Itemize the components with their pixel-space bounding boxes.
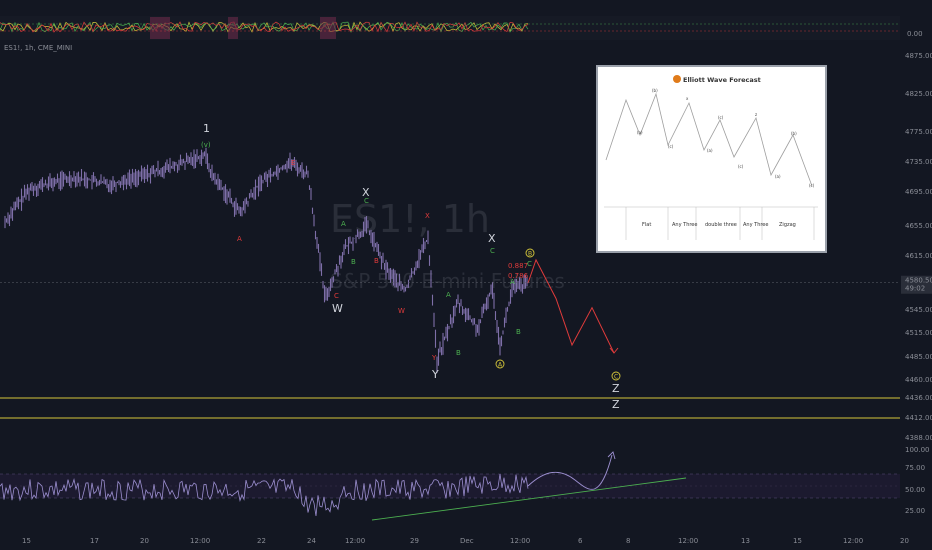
horizontal-levels[interactable] <box>0 397 900 419</box>
circled-wave-c: C <box>611 371 621 381</box>
current-price-badge: 4580.50 49:02 <box>901 275 932 294</box>
time-tick: 8 <box>626 537 630 545</box>
time-tick: 12:00 <box>510 537 530 545</box>
wave-label: A <box>237 235 242 243</box>
oscillator-axis: 100.00 75.00 50.00 25.00 <box>905 446 930 515</box>
svg-text:(a): (a) <box>775 174 781 179</box>
time-tick: 12:00 <box>345 537 365 545</box>
price-tick: 4775.00 <box>905 128 932 136</box>
time-tick: Dec <box>460 537 474 545</box>
price-axis[interactable]: 4875.00 4825.00 4775.00 4735.00 4695.00 4655.… <box>905 52 932 442</box>
svg-text:double three: double three <box>705 222 737 228</box>
svg-text:(a): (a) <box>707 148 713 153</box>
wave-label: A <box>341 220 346 228</box>
inset-title: Elliott Wave Forecast <box>683 76 761 84</box>
symbol-info: ES1!, 1h, CME_MINI <box>4 44 72 52</box>
time-tick: 15 <box>22 537 31 545</box>
price-tick: 4655.00 <box>905 222 932 230</box>
price-tick: 4695.00 <box>905 188 932 196</box>
price-series <box>4 147 528 373</box>
elliott-wave-inset: Elliott Wave Forecast (a)(b)(c) x(a)(c) … <box>596 65 827 253</box>
wave-label: B <box>456 349 461 357</box>
wave-label: X <box>488 232 496 245</box>
price-tick: 4515.00 <box>905 329 932 337</box>
price-tick: 4436.00 <box>905 394 932 402</box>
wave-label: W <box>332 302 343 315</box>
forecast-arrow-icon <box>609 347 619 354</box>
svg-text:(b): (b) <box>652 88 658 93</box>
wave-label: B <box>516 328 521 336</box>
wave-label: Z <box>612 398 620 411</box>
osc-tick: 100.00 <box>905 446 930 454</box>
time-tick: 13 <box>741 537 750 545</box>
price-tick: 4825.00 <box>905 90 932 98</box>
svg-text:(c): (c) <box>718 115 724 120</box>
price-tick: 4460.00 <box>905 376 932 384</box>
wave-label: A <box>446 291 451 299</box>
time-tick: 6 <box>578 537 583 545</box>
top-indicator-tick: 0.00 <box>907 30 923 38</box>
osc-tick: 50.00 <box>905 486 925 494</box>
wave-label: C <box>527 260 532 268</box>
time-tick: 22 <box>257 537 266 545</box>
wave-label: Y <box>431 368 439 381</box>
wave-label: E <box>291 159 295 167</box>
price-tick: 4485.00 <box>905 353 932 361</box>
svg-text:(b): (b) <box>791 131 797 136</box>
wave-label: B <box>351 258 356 266</box>
svg-text:49:02: 49:02 <box>905 285 925 293</box>
osc-tick: 75.00 <box>905 464 925 472</box>
price-tick: 4388.00 <box>905 434 932 442</box>
price-tick: 4615.00 <box>905 252 932 260</box>
time-tick: 17 <box>90 537 99 545</box>
wave-label: W <box>398 307 405 315</box>
svg-text:C: C <box>614 374 618 381</box>
time-axis[interactable]: 15 17 20 12:00 22 24 12:00 29 Dec 12:00 6 8 12:00 13 1… <box>22 537 909 545</box>
wave-label: (v) <box>201 141 211 149</box>
top-indicator-panel <box>0 16 900 40</box>
watermark-title: ES1!, 1h <box>330 197 490 241</box>
circled-wave-b: B <box>525 248 535 258</box>
price-tick: 4545.00 <box>905 306 932 314</box>
wave-label: C <box>490 247 495 255</box>
fib-label-0887: 0.887 <box>508 262 528 270</box>
wave-label: A <box>510 278 515 286</box>
wave-label: C <box>334 292 339 300</box>
svg-text:Any Three: Any Three <box>743 222 768 228</box>
trading-chart[interactable]: ES1!, 1h, CME_MINI ES1!, 1h S&P 500 E-mi… <box>0 0 932 550</box>
svg-text:B: B <box>528 251 532 258</box>
wave-label: B <box>374 257 379 265</box>
wave-label: 1 <box>203 122 210 135</box>
svg-text:Any Three: Any Three <box>672 222 697 228</box>
time-tick: 20 <box>140 537 149 545</box>
wave-label: Y <box>431 354 437 362</box>
price-tick: 4735.00 <box>905 158 932 166</box>
svg-text:(c): (c) <box>668 144 674 149</box>
time-tick: 29 <box>410 537 419 545</box>
svg-text:4580.50: 4580.50 <box>905 277 932 285</box>
time-tick: 12:00 <box>190 537 210 545</box>
time-tick: 12:00 <box>678 537 698 545</box>
circled-wave-a: A <box>495 359 505 369</box>
svg-text:Flat: Flat <box>642 222 651 228</box>
wave-label: Z <box>612 382 620 395</box>
wave-label: C <box>364 197 369 205</box>
watermark-subtitle: S&P 500 E-mini Futures <box>330 269 565 293</box>
svg-text:(c): (c) <box>738 164 744 169</box>
svg-text:z: z <box>755 112 757 117</box>
osc-tick: 25.00 <box>905 507 925 515</box>
svg-text:(c): (c) <box>809 183 815 188</box>
time-tick: 12:00 <box>843 537 863 545</box>
wave-labels: 1 (v) E A X C A B C W B W X Y Y A B X C … <box>201 122 620 411</box>
svg-text:(a): (a) <box>637 130 643 135</box>
svg-text:Zigzag: Zigzag <box>779 222 796 228</box>
time-tick: 20 <box>900 537 909 545</box>
price-tick: 4412.00 <box>905 414 932 422</box>
time-tick: 15 <box>793 537 802 545</box>
wave-label: X <box>425 212 430 220</box>
time-tick: 24 <box>307 537 316 545</box>
ewf-logo-icon <box>673 75 681 83</box>
price-tick: 4875.00 <box>905 52 932 60</box>
